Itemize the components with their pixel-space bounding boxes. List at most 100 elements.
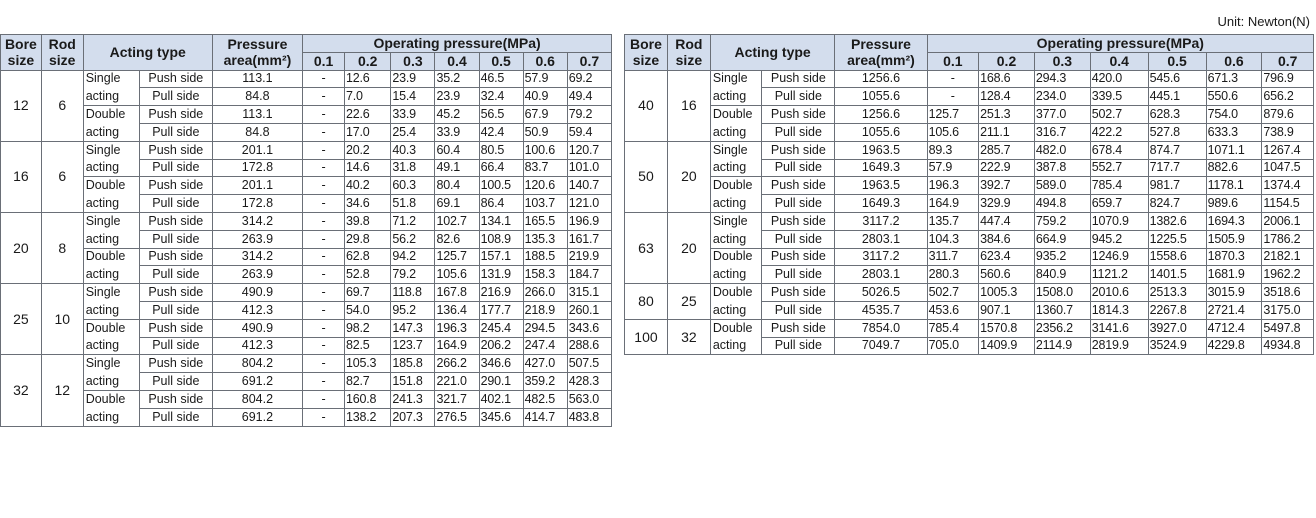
force-value-cell: 311.7 (926, 247, 980, 267)
force-value-cell: 164.9 (926, 194, 980, 213)
side-cell: Push side (761, 211, 836, 231)
pressure-column-header: 0.6 (1205, 51, 1263, 71)
side-cell: Pull side (761, 229, 836, 249)
force-value-cell: 316.7 (1033, 122, 1091, 142)
side-cell: Pull side (761, 194, 836, 213)
force-value-cell: 216.9 (478, 283, 524, 302)
rod-size-cell: 25 (666, 283, 711, 320)
pressure-area-cell: 201.1 (211, 176, 304, 196)
side-cell: Push side (761, 283, 836, 302)
force-value-cell: 120.7 (566, 140, 613, 160)
side-cell: Push side (761, 247, 836, 267)
force-value-cell: 54.0 (344, 300, 392, 320)
pressure-area-cell: 172.8 (211, 158, 304, 178)
force-value-cell: 29.8 (344, 229, 392, 249)
force-value-cell: 483.8 (566, 407, 613, 427)
pressure-area-header: Pressure area(mm²) (834, 34, 928, 71)
force-value-cell: 71.2 (390, 211, 436, 231)
force-value-cell: - (302, 87, 346, 107)
force-value-cell: 387.8 (1033, 158, 1091, 178)
acting-type-cell: Double (82, 318, 140, 338)
force-value-cell: 907.1 (978, 300, 1035, 320)
force-value-cell: 1267.4 (1261, 140, 1314, 160)
side-cell: Pull side (761, 158, 836, 178)
table-row: acting Pull side 1055.6 105.6 211.1 316.7 422.… (625, 122, 1314, 142)
rod-size-cell: 16 (666, 69, 711, 142)
acting-type-cell: Double (82, 389, 140, 409)
force-value-cell: 1047.5 (1261, 158, 1314, 178)
force-value-cell: 165.5 (522, 211, 568, 231)
force-value-cell: 35.2 (434, 69, 480, 89)
force-value-cell: 402.1 (478, 389, 524, 409)
acting-type-cell: acting (82, 87, 140, 107)
force-value-cell: 66.4 (478, 158, 524, 178)
pressure-column-header: 0.5 (1147, 51, 1207, 71)
force-value-cell: 1681.9 (1205, 265, 1263, 285)
force-value-cell: 245.4 (478, 318, 524, 338)
force-value-cell: 2721.4 (1205, 300, 1263, 320)
side-cell: Push side (138, 247, 213, 267)
operating-pressure-header: Operating pressure(MPa) (926, 34, 1315, 53)
force-value-cell: 100.5 (478, 176, 524, 196)
force-value-cell: 79.2 (566, 105, 613, 124)
acting-type-cell: acting (82, 408, 140, 427)
force-value-cell: 147.3 (390, 318, 436, 338)
force-value-cell: 247.4 (522, 336, 568, 356)
force-value-cell: 260.1 (566, 300, 613, 320)
bore-size-cell: 80 (624, 283, 668, 320)
pressure-column-header: 0.7 (566, 51, 613, 71)
table-row: Double Push side 3117.2 311.7 623.4 935.2 1246… (625, 247, 1314, 267)
force-value-cell: 1558.6 (1147, 247, 1207, 267)
force-value-cell: 3015.9 (1205, 283, 1263, 302)
force-value-cell: 482.5 (522, 389, 568, 409)
force-value-cell: 4712.4 (1205, 318, 1263, 338)
acting-type-cell: acting (82, 159, 140, 178)
force-value-cell: 60.3 (390, 176, 436, 196)
force-value-cell: 1962.2 (1261, 265, 1314, 285)
force-value-cell: 140.7 (566, 176, 613, 196)
force-value-cell: 45.2 (434, 105, 480, 124)
force-value-cell: 1409.9 (978, 336, 1035, 356)
force-value-cell: - (302, 211, 346, 231)
force-value-cell: 60.4 (434, 140, 480, 160)
force-value-cell: 527.8 (1147, 122, 1207, 142)
acting-type-cell: Single (709, 211, 763, 231)
force-value-cell: 738.9 (1261, 122, 1314, 142)
pressure-area-cell: 1649.3 (834, 194, 928, 213)
force-value-cell: 105.3 (344, 354, 392, 374)
bore-size-cell: 32 (0, 354, 42, 427)
force-value-cell: 32.4 (478, 87, 524, 107)
table-row: Double Push side 1256.6 125.7 251.3 377.0 502.… (625, 105, 1314, 124)
force-value-cell: - (302, 283, 346, 302)
table-row: acting Pull side 691.2-138.2 207.3 276.5 345.… (1, 407, 613, 427)
force-value-cell: 453.6 (926, 300, 980, 320)
force-value-cell: 23.9 (434, 87, 480, 107)
force-value-cell: 62.8 (344, 247, 392, 267)
force-value-cell: 188.5 (522, 247, 568, 267)
force-value-cell: 1814.3 (1089, 300, 1149, 320)
force-value-cell: 428.3 (566, 372, 613, 391)
bore-size-header: Bore size (0, 34, 42, 71)
force-value-cell: 50.9 (522, 122, 568, 142)
force-value-cell: 4934.8 (1261, 336, 1314, 356)
force-value-cell: 290.1 (478, 372, 524, 391)
pressure-area-cell: 113.1 (211, 105, 304, 124)
acting-type-cell: acting (82, 194, 140, 213)
force-value-cell: 131.9 (478, 265, 524, 285)
acting-type-cell: Double (709, 105, 763, 124)
force-value-cell: 3141.6 (1089, 318, 1149, 338)
force-value-cell: 118.8 (390, 283, 436, 302)
pressure-area-cell: 804.2 (211, 389, 304, 409)
force-value-cell: 177.7 (478, 300, 524, 320)
force-value-cell: 23.9 (390, 69, 436, 89)
acting-type-cell: Double (709, 283, 763, 302)
pressure-area-cell: 490.9 (211, 318, 304, 338)
table-row: Double Push side 314.2-62.8 94.2 125.7 157.1 1… (1, 247, 613, 267)
pressure-area-cell: 1256.6 (834, 69, 928, 89)
side-cell: Pull side (138, 336, 213, 356)
force-value-cell: 40.2 (344, 176, 392, 196)
force-value-cell: 623.4 (978, 247, 1035, 267)
table-row: 63 20 Single Push side 3117.2 135.7 447.4 759.2… (624, 211, 1314, 285)
force-value-cell: 346.6 (478, 354, 524, 374)
side-cell: Pull side (761, 265, 836, 285)
